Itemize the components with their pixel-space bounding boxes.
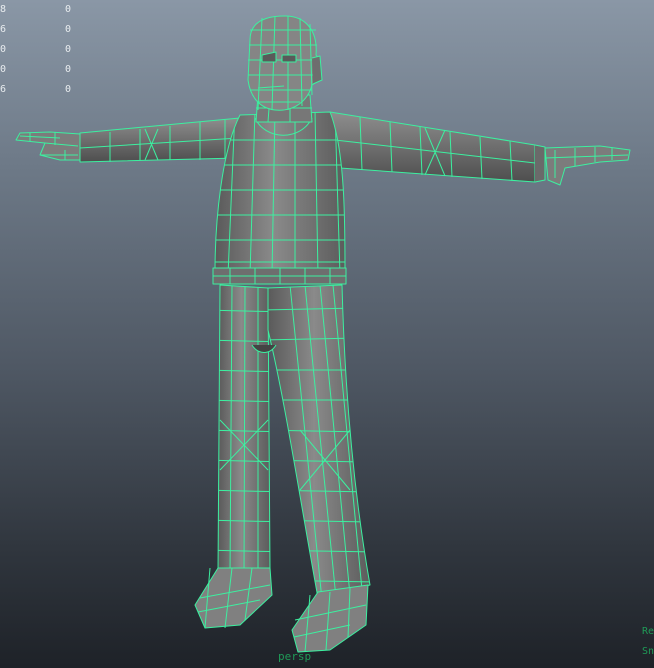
persp-viewport[interactable]: 8 0 6 0 0 0 0 0 6 0 persp Re Sn	[0, 0, 654, 668]
corner-label: Sn	[641, 646, 654, 657]
corner-labels: Re Sn	[642, 622, 654, 662]
left-arm-mesh	[15, 117, 241, 163]
legs-mesh	[217, 284, 371, 599]
corner-label: Re	[641, 626, 654, 637]
camera-label: persp	[278, 650, 312, 663]
character-mesh[interactable]	[0, 0, 654, 668]
right-arm-mesh	[329, 111, 631, 186]
head-mesh	[247, 15, 323, 123]
